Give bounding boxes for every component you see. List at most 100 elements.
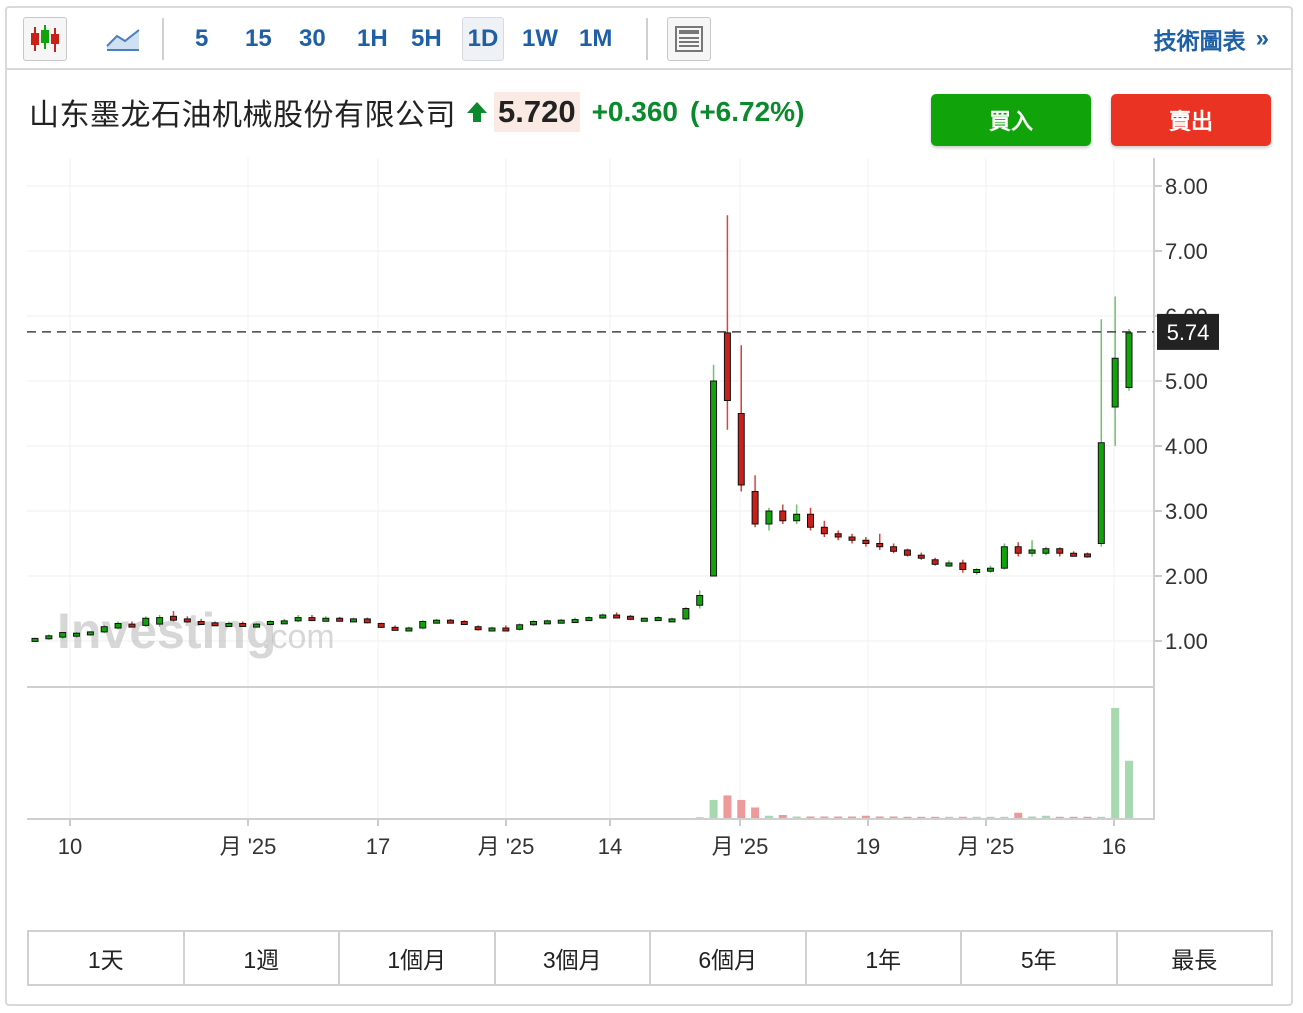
x-axis: 10 月 '25 17 月 '25 14 月 '25 19 月 '25 16	[27, 818, 1154, 859]
volume-bar	[1014, 812, 1023, 818]
candle-body	[779, 510, 787, 522]
price-chart[interactable]: Investing .com 1.002.003.004.005.006.007…	[7, 8, 1291, 908]
candle-body	[474, 626, 482, 631]
candle-body	[1083, 553, 1091, 558]
candle	[433, 618, 441, 624]
range-6-months[interactable]: 6個月	[651, 932, 807, 984]
candle-body	[585, 617, 593, 622]
candle	[488, 626, 496, 632]
candle-body	[668, 618, 676, 623]
candle-body	[640, 617, 648, 622]
range-3-months[interactable]: 3個月	[496, 932, 651, 984]
candle	[1000, 543, 1008, 570]
candle	[599, 613, 607, 619]
candle-body	[571, 619, 579, 624]
candle	[1125, 329, 1133, 391]
candle	[973, 568, 981, 575]
candle-body	[530, 621, 538, 626]
candle-body	[599, 614, 607, 619]
volume-bar	[917, 816, 926, 818]
candle	[1028, 540, 1036, 557]
candle-body	[751, 491, 759, 525]
candle	[903, 548, 911, 557]
candle	[917, 552, 925, 560]
chart-grid	[27, 158, 1154, 818]
candle-body	[419, 621, 427, 629]
candle-body	[890, 546, 898, 552]
candle	[723, 215, 731, 430]
last-price-tag-label: 5.74	[1167, 320, 1210, 345]
candle	[1042, 546, 1050, 556]
candle-body	[1028, 549, 1036, 554]
x-tick-label: 19	[856, 834, 880, 859]
candle	[557, 618, 565, 624]
y-tick-label: 8.00	[1165, 174, 1208, 199]
candle-body	[959, 562, 967, 570]
candle-body	[626, 615, 634, 620]
volume-bar	[848, 816, 857, 818]
y-axis: 1.002.003.004.005.006.007.008.00	[1153, 158, 1208, 820]
candle	[613, 612, 621, 619]
range-1-week[interactable]: 1週	[185, 932, 340, 984]
candle-body	[793, 513, 801, 522]
candle-body	[876, 543, 884, 548]
x-tick-label: 17	[366, 834, 390, 859]
range-selector: 1天 1週 1個月 3個月 6個月 1年 5年 最長	[27, 930, 1273, 986]
candle-body	[405, 627, 413, 632]
volume-bar	[792, 816, 801, 818]
candle-body	[114, 622, 122, 629]
candle	[363, 617, 371, 624]
y-tick-label: 5.00	[1165, 369, 1208, 394]
candle	[987, 565, 995, 573]
candle-body	[945, 562, 953, 567]
candle-body	[391, 626, 399, 631]
candle-body	[862, 539, 870, 544]
candle	[308, 615, 316, 622]
candle-body	[987, 567, 995, 572]
candle-body	[100, 626, 108, 633]
volume-bar	[1055, 816, 1064, 818]
candle	[626, 615, 634, 621]
volume-bar	[944, 816, 953, 818]
volume-series	[695, 708, 1133, 818]
volume-bar	[889, 816, 898, 818]
y-tick-label: 7.00	[1165, 239, 1208, 264]
candle-body	[86, 631, 94, 636]
candle-body	[806, 513, 814, 528]
candle-body	[737, 413, 745, 486]
x-tick-label: 月 '25	[712, 834, 769, 859]
candle-body	[696, 595, 704, 606]
candle-body	[142, 617, 150, 626]
candle	[405, 626, 413, 632]
candle-body	[1000, 546, 1008, 569]
candle-body	[917, 554, 925, 559]
candle	[1056, 547, 1064, 557]
candle	[377, 622, 385, 628]
range-1-month[interactable]: 1個月	[340, 932, 496, 984]
candle-body	[460, 621, 468, 625]
candle-body	[903, 549, 911, 556]
volume-bar	[1097, 816, 1106, 818]
candle	[585, 616, 593, 622]
candle-body	[446, 619, 454, 624]
candle-body	[45, 635, 53, 640]
candle	[793, 504, 801, 524]
y-tick-label: 4.00	[1165, 434, 1208, 459]
candle	[460, 620, 468, 625]
candle-body	[183, 618, 191, 623]
range-1-year[interactable]: 1年	[807, 932, 962, 984]
candle	[834, 530, 842, 541]
candle-body	[169, 615, 177, 621]
volume-bar	[986, 816, 995, 818]
range-5-years[interactable]: 5年	[962, 932, 1118, 984]
range-max[interactable]: 最長	[1118, 932, 1272, 984]
candle	[848, 533, 856, 544]
candle	[751, 475, 759, 528]
candle-body	[1125, 332, 1133, 388]
volume-bar	[1111, 708, 1120, 818]
candle	[446, 618, 454, 624]
candle-series	[31, 215, 1133, 642]
candle-body	[280, 620, 288, 625]
candle-body	[31, 637, 39, 642]
range-1-day[interactable]: 1天	[29, 932, 185, 984]
